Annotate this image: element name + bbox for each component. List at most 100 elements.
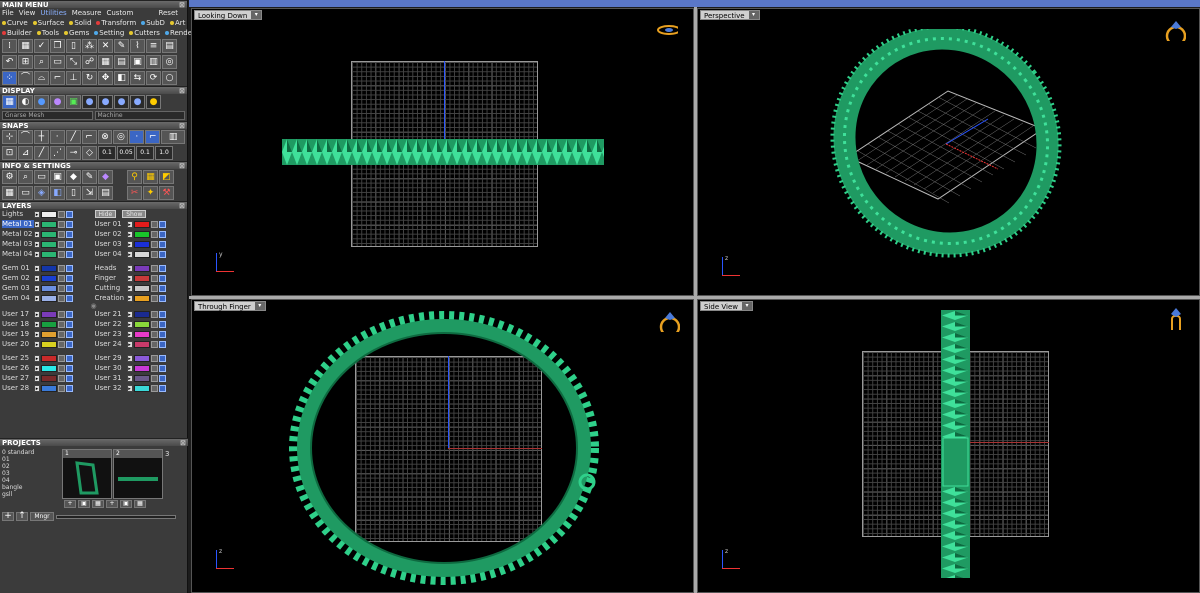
ring-perspective-icon[interactable]: [1164, 19, 1186, 41]
layer-color-swatch[interactable]: [133, 274, 150, 282]
layer-lock-icon[interactable]: [58, 384, 65, 392]
layer-visible-icon[interactable]: [66, 230, 73, 238]
viewport-label[interactable]: Looking Down ▾: [194, 10, 263, 20]
snap-toggle-icon[interactable]: ▥: [161, 130, 186, 144]
layer-expand-icon[interactable]: ▸: [126, 220, 133, 228]
layer-visible-icon[interactable]: [66, 284, 73, 292]
select-icon[interactable]: ▦: [18, 39, 33, 53]
delete-icon[interactable]: ✕: [98, 39, 113, 53]
layer-name[interactable]: User 03: [95, 240, 127, 248]
layer-expand-icon[interactable]: ▸: [126, 330, 133, 338]
ring-top-view-icon[interactable]: [656, 23, 678, 45]
display-material-select[interactable]: Machine: [94, 111, 185, 120]
layer-color-swatch[interactable]: [133, 284, 150, 292]
undo-icon[interactable]: ↶: [2, 55, 17, 69]
layer-expand-icon[interactable]: ▸: [34, 220, 40, 228]
layer-left[interactable]: Metal 01 ▸: [2, 220, 95, 228]
layer-lock-icon[interactable]: [150, 374, 158, 382]
image-icon[interactable]: ▣: [130, 55, 145, 69]
zoom-icon[interactable]: ⌕: [34, 55, 49, 69]
display-mode-select[interactable]: Gnarse Mesh: [2, 111, 93, 120]
layer-visible-icon[interactable]: [66, 364, 73, 372]
layer-lock-icon[interactable]: [150, 220, 158, 228]
proj-save2-icon[interactable]: ▣: [120, 500, 132, 508]
layer-visible-icon[interactable]: [158, 374, 166, 382]
snap-curve-icon[interactable]: ⌒: [17, 130, 33, 144]
layer-color-swatch[interactable]: [41, 294, 57, 302]
points-icon[interactable]: ⁞: [2, 39, 17, 53]
menu-gems[interactable]: Gems: [64, 29, 89, 37]
layer-visible-icon[interactable]: [66, 340, 73, 348]
snap-point-icon[interactable]: ·: [129, 130, 145, 144]
menu-tools[interactable]: Tools: [36, 29, 59, 37]
bend-icon[interactable]: ⌐: [50, 71, 65, 85]
layer-lock-icon[interactable]: [150, 354, 158, 362]
layer-lock-icon[interactable]: [58, 364, 65, 372]
layer-name[interactable]: User 19: [2, 330, 34, 338]
ring-front-icon[interactable]: [658, 310, 680, 332]
layer-name[interactable]: Metal 01: [2, 220, 34, 228]
layer-lock-icon[interactable]: [150, 340, 158, 348]
proj-save-icon[interactable]: ▣: [78, 500, 90, 508]
grid-icon[interactable]: ▦: [98, 55, 113, 69]
layer-right[interactable]: User 24 ▸: [95, 340, 188, 348]
layer-visible-icon[interactable]: [158, 364, 166, 372]
layer-color-swatch[interactable]: [41, 310, 57, 318]
layer-expand-icon[interactable]: ▸: [126, 250, 133, 258]
layer-color-swatch[interactable]: [41, 264, 57, 272]
layer-right[interactable]: Heads ▸: [95, 264, 188, 272]
viewport-label[interactable]: Through Finger ▾: [194, 301, 266, 311]
layer-visible-icon[interactable]: [66, 310, 73, 318]
layer-name[interactable]: User 04: [95, 250, 127, 258]
layer-name[interactable]: Gem 03: [2, 284, 34, 292]
layer-lock-icon[interactable]: [150, 230, 158, 238]
sphere-2-icon[interactable]: ●: [98, 95, 113, 109]
check-icon[interactable]: ✓: [34, 39, 49, 53]
layer-lock-icon[interactable]: [150, 274, 158, 282]
orient-c-icon[interactable]: ◩: [159, 170, 174, 184]
layer-visible-icon[interactable]: [158, 294, 166, 302]
layer-lock-icon[interactable]: [150, 310, 158, 318]
menu-view[interactable]: View: [19, 9, 36, 17]
layer-visible-icon[interactable]: [158, 354, 166, 362]
layer-color-swatch[interactable]: [41, 340, 57, 348]
project-tab-1[interactable]: 1: [63, 450, 111, 458]
layer-name[interactable]: User 30: [95, 364, 127, 372]
notes-icon[interactable]: ✎: [82, 170, 97, 184]
layer-lock-icon[interactable]: [58, 250, 65, 258]
lights-toggle[interactable]: ▸: [34, 210, 40, 218]
flip-icon[interactable]: ⇆: [130, 71, 145, 85]
layer-color-swatch[interactable]: [133, 250, 150, 258]
layer-lock-icon[interactable]: [58, 284, 65, 292]
layer-right[interactable]: Finger ▸: [95, 274, 188, 282]
layer-color-swatch[interactable]: [41, 330, 57, 338]
layer-visible-icon[interactable]: [158, 310, 166, 318]
sphere-1-icon[interactable]: ●: [82, 95, 97, 109]
layer-visible-icon[interactable]: [158, 330, 166, 338]
layer-name[interactable]: User 28: [2, 384, 34, 392]
layer-expand-icon[interactable]: ▸: [34, 384, 40, 392]
orient-a-icon[interactable]: ⚲: [127, 170, 142, 184]
lights-visible-icon[interactable]: [66, 210, 73, 218]
settings-icon[interactable]: ⚙: [2, 170, 17, 184]
layer-color-swatch[interactable]: [41, 364, 57, 372]
layer-visible-icon[interactable]: [158, 250, 166, 258]
proj-del2-icon[interactable]: ▦: [134, 500, 146, 508]
layer-lock-icon[interactable]: [58, 320, 65, 328]
layer-left[interactable]: User 18 ▸: [2, 320, 95, 328]
layer-left[interactable]: Gem 04 ▸: [2, 294, 95, 302]
layer-name[interactable]: User 32: [95, 384, 127, 392]
cube-blue-icon[interactable]: ◈: [34, 186, 49, 200]
copy-icon[interactable]: ❐: [50, 39, 65, 53]
proj-add2-icon[interactable]: +: [106, 500, 118, 508]
bbox-icon[interactable]: ⊞: [18, 55, 33, 69]
menu-subd[interactable]: SubD: [141, 19, 165, 27]
layer-expand-icon[interactable]: ▸: [126, 364, 133, 372]
layer-lock-icon[interactable]: [150, 320, 158, 328]
layer-color-swatch[interactable]: [133, 320, 150, 328]
menu-transform[interactable]: Transform: [96, 19, 136, 27]
layer-expand-icon[interactable]: ▸: [34, 340, 40, 348]
layer-visible-icon[interactable]: [158, 320, 166, 328]
layer-expand-icon[interactable]: ▸: [126, 354, 133, 362]
layer-color-swatch[interactable]: [133, 354, 150, 362]
